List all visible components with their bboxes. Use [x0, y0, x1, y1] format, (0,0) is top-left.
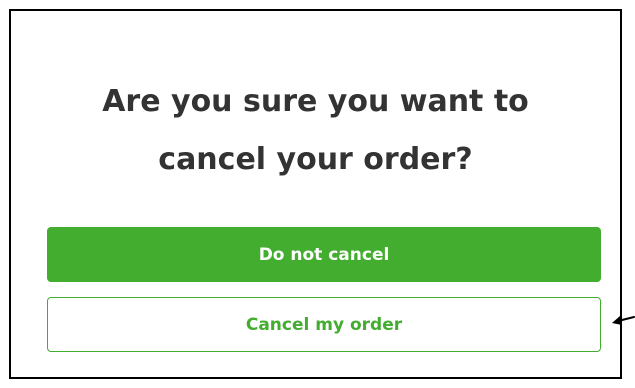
dialog-title-line-1: Are you sure you want to: [102, 84, 529, 119]
cancel-my-order-button[interactable]: Cancel my order: [47, 297, 601, 352]
cancel-order-dialog: Are you sure you want to cancel your ord…: [9, 9, 622, 379]
screenshot-canvas: Are you sure you want to cancel your ord…: [0, 0, 635, 388]
dialog-title-line-2: cancel your order?: [158, 142, 473, 177]
do-not-cancel-button[interactable]: Do not cancel: [47, 227, 601, 282]
dialog-title: Are you sure you want to cancel your ord…: [11, 73, 620, 189]
arrow-left-icon: [612, 316, 635, 325]
